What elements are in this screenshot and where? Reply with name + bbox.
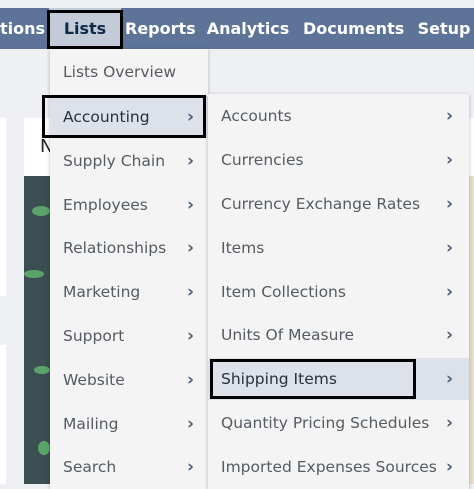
menu-item-currency-exchange-rates[interactable]: Currency Exchange Rates › [208, 183, 469, 225]
nav-lists[interactable]: Lists [49, 8, 121, 49]
menu-item-website[interactable]: Website › [50, 359, 208, 401]
chevron-right-icon: › [186, 195, 194, 215]
leaf-shape [24, 270, 44, 278]
chevron-right-icon: › [445, 150, 453, 170]
nav-reports[interactable]: Reports [125, 8, 196, 49]
menu-item-mailing[interactable]: Mailing › [50, 403, 208, 445]
top-navigation-bar: tions Lists Reports Analytics Documents … [0, 8, 474, 49]
menu-item-lists-overview[interactable]: Lists Overview [50, 51, 208, 93]
leaf-shape [38, 441, 50, 455]
menu-item-accounts[interactable]: Accounts › [208, 95, 469, 137]
chevron-right-icon: › [186, 414, 194, 434]
menu-item-supply-chain[interactable]: Supply Chain › [50, 140, 208, 182]
leaf-shape [32, 206, 50, 216]
menu-item-units-of-measure[interactable]: Units Of Measure › [208, 314, 469, 356]
nav-setup[interactable]: Setup [414, 8, 474, 49]
chevron-right-icon: › [445, 106, 453, 126]
menu-item-imported-expenses-sources[interactable]: Imported Expenses Sources › [208, 446, 469, 488]
menu-item-item-collections[interactable]: Item Collections › [208, 271, 469, 313]
menu-item-items[interactable]: Items › [208, 227, 469, 269]
chevron-right-icon: › [186, 238, 194, 258]
chevron-right-icon: › [445, 325, 453, 345]
chevron-right-icon: › [445, 282, 453, 302]
chevron-right-icon: › [445, 238, 453, 258]
chevron-right-icon: › [186, 370, 194, 390]
chevron-right-icon: › [186, 107, 194, 127]
chevron-right-icon: › [186, 326, 194, 346]
leaf-shape [34, 366, 50, 374]
chevron-right-icon: › [186, 151, 194, 171]
chevron-right-icon: › [445, 413, 453, 433]
chevron-right-icon: › [186, 457, 194, 477]
menu-item-shipping-items[interactable]: Shipping Items › [208, 358, 469, 400]
left-page-panel-lower [0, 345, 6, 484]
menu-item-quantity-pricing-schedules[interactable]: Quantity Pricing Schedules › [208, 402, 469, 444]
menu-item-marketing[interactable]: Marketing › [50, 271, 208, 313]
menu-item-support[interactable]: Support › [50, 315, 208, 357]
chevron-right-icon: › [445, 194, 453, 214]
menu-item-accounting[interactable]: Accounting › [50, 96, 208, 138]
left-page-panel [0, 118, 6, 296]
lists-menu: Lists Overview Accounting › Supply Chain… [50, 49, 208, 489]
menu-item-relationships[interactable]: Relationships › [50, 227, 208, 269]
accounting-submenu: Accounts › Currencies › Currency Exchang… [208, 94, 469, 489]
nav-documents[interactable]: Documents [303, 8, 404, 49]
nav-analytics[interactable]: Analytics [203, 8, 293, 49]
right-edge-image [469, 176, 474, 484]
image-banner [24, 176, 52, 484]
menu-item-search[interactable]: Search › [50, 446, 208, 488]
chevron-right-icon: › [445, 457, 453, 477]
chevron-right-icon: › [445, 369, 453, 389]
menu-item-employees[interactable]: Employees › [50, 184, 208, 226]
menu-item-currencies[interactable]: Currencies › [208, 139, 469, 181]
chevron-right-icon: › [186, 282, 194, 302]
nav-transactions[interactable]: tions [0, 8, 45, 49]
